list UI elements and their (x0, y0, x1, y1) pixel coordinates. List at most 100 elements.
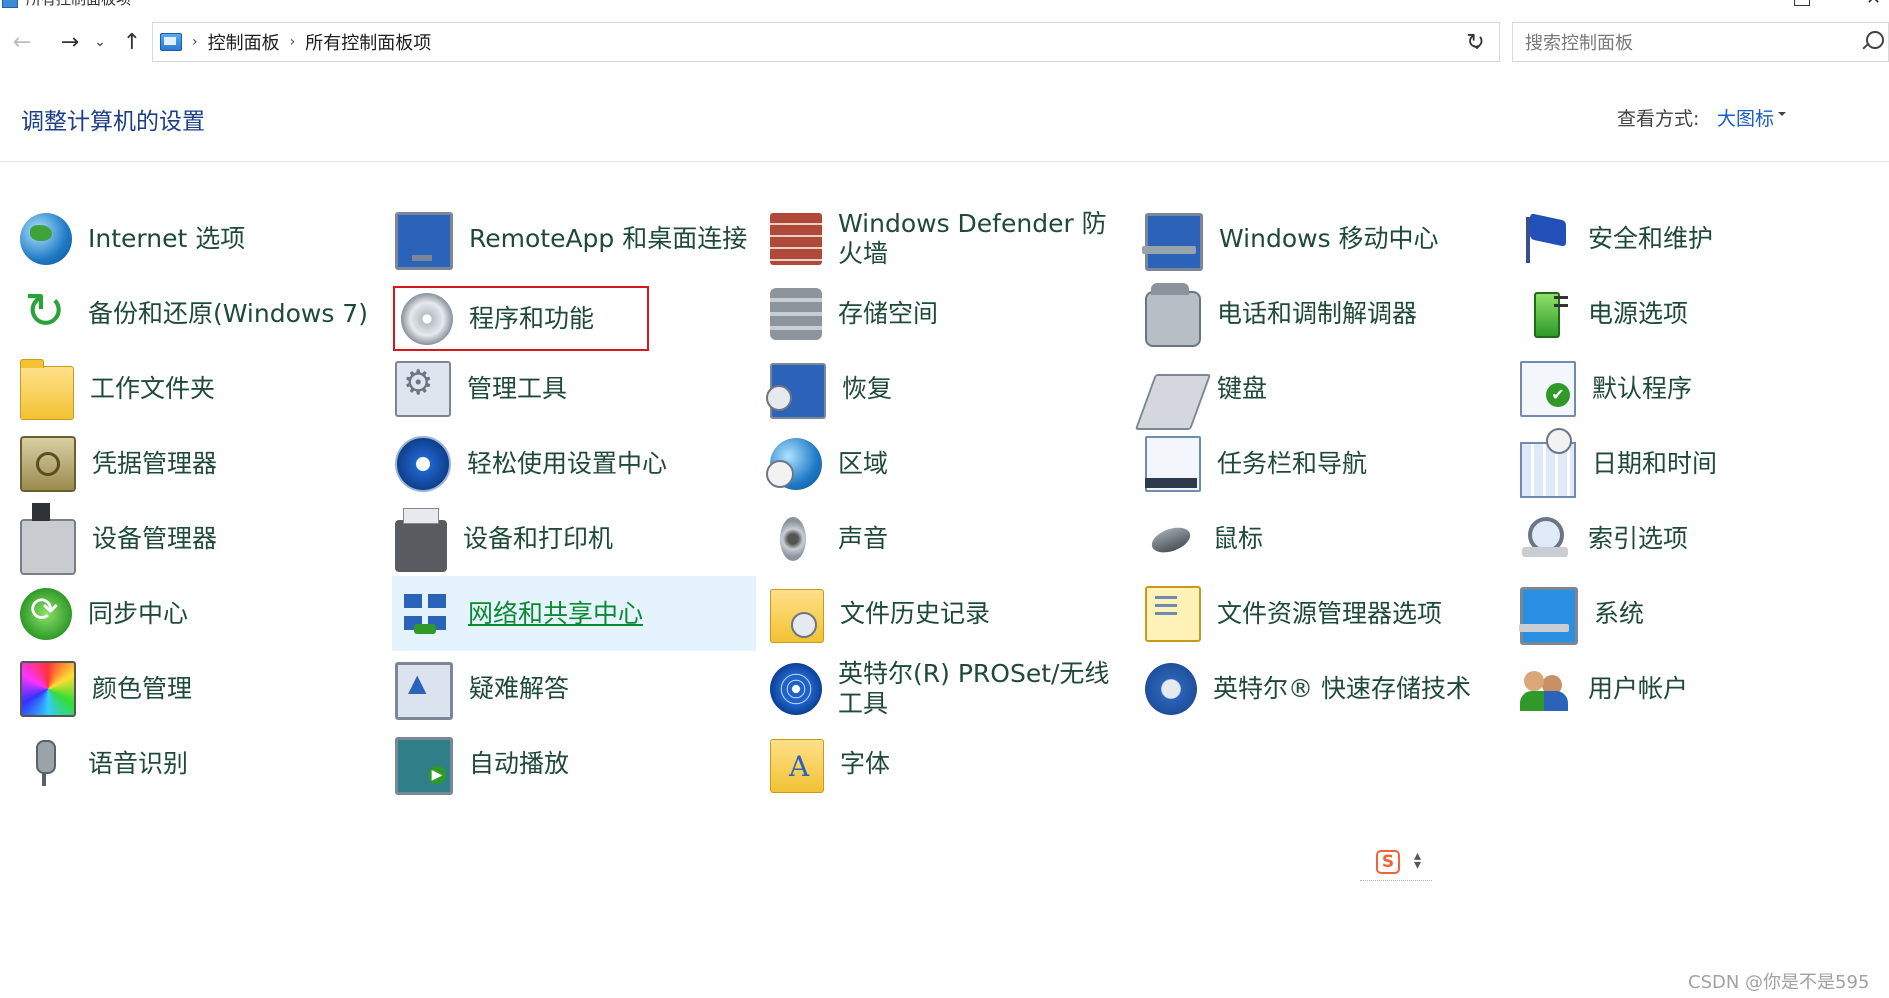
item-troubleshooting[interactable]: 疑难解答 (375, 651, 755, 726)
item-file-history[interactable]: 文件历史记录 (750, 576, 1130, 651)
item-label: 字体 (840, 748, 891, 778)
item-label: 疑难解答 (469, 673, 570, 703)
item-color-management[interactable]: 颜色管理 (0, 651, 370, 726)
search-box[interactable] (1512, 22, 1889, 63)
item-windows-defender-firewall[interactable]: Windows Defender 防火墙 (750, 201, 1130, 276)
item-network-sharing[interactable]: 网络和共享中心 (392, 576, 756, 651)
microphone-icon (20, 738, 72, 790)
item-label: 默认程序 (1592, 373, 1693, 403)
datetime-icon (1520, 427, 1576, 498)
forward-button[interactable]: → (54, 26, 86, 58)
item-fonts[interactable]: 字体 (750, 726, 1130, 801)
item-intel-rapid-storage[interactable]: 英特尔® 快速存储技术 (1125, 651, 1505, 726)
chevron-right-icon[interactable]: › (192, 34, 198, 50)
navigation-bar: ← → ⌄ ↑ › 控制面板 › 所有控制面板项 ⌄ ↻ (0, 18, 1889, 66)
default-programs-icon (1520, 360, 1576, 417)
item-sound[interactable]: 声音 (750, 501, 1130, 576)
item-date-time[interactable]: 日期和时间 (1500, 426, 1880, 501)
item-label: 网络和共享中心 (468, 598, 644, 628)
item-credential-manager[interactable]: 凭据管理器 (0, 426, 370, 501)
item-speech-recognition[interactable]: 语音识别 (0, 726, 370, 801)
item-device-manager[interactable]: 设备管理器 (0, 501, 370, 576)
window-title: 所有控制面板项 (26, 0, 131, 8)
item-label: 声音 (838, 523, 889, 553)
item-default-programs[interactable]: 默认程序 (1500, 351, 1880, 426)
item-user-accounts[interactable]: 用户帐户 (1500, 651, 1880, 726)
item-autoplay[interactable]: 自动播放 (375, 726, 755, 801)
item-admin-tools[interactable]: 管理工具 (375, 351, 755, 426)
item-phone-modem[interactable]: 电话和调制解调器 (1125, 276, 1505, 351)
control-panel-app-icon (2, 0, 18, 8)
up-button[interactable]: ↑ (116, 26, 148, 58)
region-icon (766, 437, 822, 490)
backup-icon (20, 282, 72, 340)
item-programs-features[interactable]: 程序和功能 (393, 286, 649, 351)
font-icon (770, 738, 824, 793)
item-security-maintenance[interactable]: 安全和维护 (1500, 201, 1880, 276)
item-taskbar-navigation[interactable]: 任务栏和导航 (1125, 426, 1505, 501)
item-windows-mobility-center[interactable]: Windows 移动中心 (1125, 201, 1505, 276)
item-backup-restore[interactable]: 备份和还原(Windows 7) (0, 276, 370, 351)
item-keyboard[interactable]: 键盘 (1125, 351, 1505, 430)
item-region[interactable]: 区域 (750, 426, 1130, 501)
item-label: 区域 (838, 448, 889, 478)
address-bar[interactable]: › 控制面板 › 所有控制面板项 ⌄ (152, 22, 1500, 62)
item-ease-of-access[interactable]: 轻松使用设置中心 (375, 426, 755, 501)
chevron-right-icon[interactable]: › (290, 34, 296, 50)
restore-icon[interactable] (1794, 0, 1810, 6)
item-label: Windows Defender 防火墙 (838, 208, 1107, 268)
item-mouse[interactable]: 鼠标 (1125, 501, 1505, 576)
item-internet-options[interactable]: Internet 选项 (0, 201, 370, 276)
item-label: 程序和功能 (469, 303, 595, 333)
item-file-explorer-options[interactable]: 文件资源管理器选项 (1125, 576, 1505, 651)
sync-icon (20, 587, 72, 640)
back-button[interactable]: ← (6, 26, 38, 58)
item-label: 安全和维护 (1588, 223, 1714, 253)
globe-icon (20, 212, 72, 265)
device-icon (20, 502, 76, 575)
title-bar: 所有控制面板项 ✕ (0, 0, 1889, 8)
item-recovery[interactable]: 恢复 (750, 351, 1130, 426)
item-label: 自动播放 (469, 748, 570, 778)
item-label: 索引选项 (1588, 523, 1689, 553)
autoplay-icon (395, 736, 453, 795)
sogou-ime-icon[interactable]: S (1376, 850, 1400, 874)
item-label: RemoteApp 和桌面连接 (469, 223, 748, 253)
keyboard-icon (1134, 373, 1212, 430)
item-intel-proset-wireless[interactable]: 英特尔(R) PROSet/无线工具 (750, 651, 1130, 726)
file-history-icon (770, 588, 824, 643)
item-power-options[interactable]: 电源选项 (1500, 276, 1880, 351)
item-label: 语音识别 (88, 748, 189, 778)
folder-icon (20, 358, 74, 420)
item-label: 任务栏和导航 (1217, 448, 1368, 478)
flag-icon (1520, 213, 1572, 265)
breadcrumb-all-items[interactable]: 所有控制面板项 (305, 29, 431, 55)
item-indexing-options[interactable]: 索引选项 (1500, 501, 1880, 576)
mouse-icon (1145, 513, 1197, 565)
item-system[interactable]: 系统 (1500, 576, 1880, 651)
item-label: 文件资源管理器选项 (1217, 598, 1443, 628)
control-panel-icon (160, 33, 182, 51)
item-label: 鼠标 (1213, 523, 1264, 553)
ime-toolbar[interactable]: S ▴ ▾ (1360, 846, 1432, 881)
item-label: 凭据管理器 (92, 448, 218, 478)
color-icon (20, 660, 76, 717)
search-icon[interactable] (1866, 31, 1884, 49)
view-by-dropdown[interactable]: 大图标 (1717, 104, 1774, 131)
recent-locations-button[interactable]: ⌄ (88, 26, 112, 58)
close-icon[interactable]: ✕ (1866, 0, 1881, 8)
item-sync-center[interactable]: 同步中心 (0, 576, 370, 651)
breadcrumb-control-panel[interactable]: 控制面板 (208, 29, 280, 55)
search-input[interactable] (1523, 23, 1847, 63)
item-storage-spaces[interactable]: 存储空间 (750, 276, 1130, 351)
item-work-folders[interactable]: 工作文件夹 (0, 351, 370, 426)
caret-down-icon[interactable] (1778, 112, 1786, 116)
item-label: 英特尔(R) PROSet/无线工具 (838, 658, 1110, 718)
more-icon[interactable]: ▴ ▾ (1414, 849, 1421, 872)
item-label: 管理工具 (467, 373, 568, 403)
item-remoteapp[interactable]: RemoteApp 和桌面连接 (375, 201, 755, 276)
refresh-button[interactable]: ↻ (1452, 22, 1500, 62)
tools-icon (395, 360, 451, 417)
cd-icon (401, 292, 453, 345)
item-devices-printers[interactable]: 设备和打印机 (375, 501, 755, 576)
